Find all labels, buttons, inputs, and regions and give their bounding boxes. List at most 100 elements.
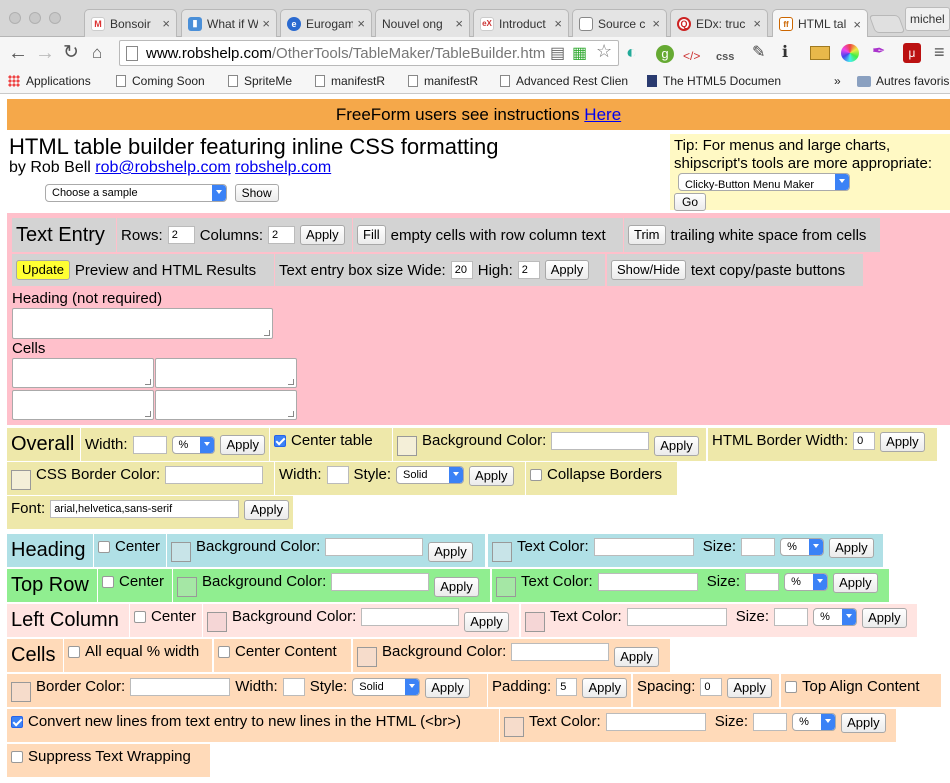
collapse-borders-checkbox[interactable] [530, 469, 542, 481]
go-button[interactable]: Go [674, 193, 707, 212]
top-row-size-input[interactable] [745, 573, 780, 591]
tab-nouvel-ong[interactable]: Nouvel ong × [375, 9, 470, 37]
show-button[interactable]: Show [234, 184, 279, 202]
tab-edx-truc[interactable]: Q EDx: truc × [670, 9, 768, 37]
heading-size-unit-select[interactable]: % [780, 538, 825, 556]
zoom-window-icon[interactable] [49, 12, 61, 24]
css-border-swatch[interactable] [11, 470, 31, 490]
sample-select[interactable]: Choose a sample [45, 184, 227, 202]
heading-center-checkbox[interactable] [98, 541, 110, 553]
apply-overall-width-button[interactable]: Apply [220, 434, 265, 455]
close-tab-icon[interactable]: × [162, 16, 170, 31]
bookmark-advanced-rest[interactable]: Advanced Rest Clien [500, 74, 646, 88]
back-arrow-icon[interactable]: ← [8, 43, 28, 63]
apply-left-column-text-button[interactable]: Apply [862, 608, 907, 628]
left-column-center-checkbox[interactable] [134, 611, 146, 623]
tip-tool-select[interactable]: Clicky-Button Menu Maker [678, 173, 850, 192]
overall-bg-swatch[interactable] [397, 436, 417, 456]
center-content-checkbox[interactable] [218, 646, 230, 658]
bookmark-coming-soon[interactable]: Coming Soon [116, 74, 205, 88]
cell-textarea-r1c1[interactable] [12, 358, 154, 388]
extension-css-icon[interactable]: css [716, 47, 734, 67]
suppress-wrap-checkbox[interactable] [11, 751, 23, 763]
apply-top-row-text-button[interactable]: Apply [833, 573, 878, 593]
wide-input[interactable]: 20 [450, 261, 473, 279]
close-tab-icon[interactable]: × [554, 16, 562, 31]
heading-bg-swatch[interactable] [171, 542, 191, 562]
apply-cells-bg-button[interactable]: Apply [614, 647, 659, 667]
tab-bonsoir[interactable]: M Bonsoir × [84, 9, 177, 37]
address-bar[interactable]: www.robshelp.com/OtherTools/TableMaker/T… [119, 40, 619, 66]
apply-overall-bg-button[interactable]: Apply [654, 436, 699, 456]
showhide-button[interactable]: Show/Hide [611, 260, 686, 280]
tab-eurogam[interactable]: e Eurogam × [280, 9, 372, 37]
apply-box-size-button[interactable]: Apply [544, 260, 590, 280]
high-input[interactable]: 2 [517, 261, 540, 279]
overall-width-unit-select[interactable]: % [171, 435, 216, 454]
close-window-icon[interactable] [9, 12, 21, 24]
center-table-checkbox[interactable] [274, 435, 286, 447]
fill-button[interactable]: Fill [357, 225, 386, 245]
apply-css-border-button[interactable]: Apply [469, 466, 514, 486]
heading-textarea[interactable] [12, 308, 273, 339]
cell-textarea-r2c1[interactable] [12, 390, 154, 420]
spacing-input[interactable]: 0 [700, 678, 723, 696]
cells-border-style-select[interactable]: Solid [352, 678, 421, 696]
overall-bg-input[interactable] [551, 432, 650, 450]
apply-padding-button[interactable]: Apply [582, 678, 627, 698]
profile-button[interactable]: michel [905, 7, 950, 31]
site-link[interactable]: robshelp.com [235, 159, 331, 176]
newlines-checkbox[interactable] [11, 716, 23, 728]
cells-text-color-swatch[interactable] [504, 717, 524, 737]
tab-introduct[interactable]: eX Introduct × [473, 9, 569, 37]
instructions-link[interactable]: Here [584, 105, 621, 124]
apply-heading-bg-button[interactable]: Apply [428, 542, 473, 562]
extension-code-icon[interactable]: </> [683, 46, 700, 66]
html-border-input[interactable]: 0 [853, 432, 876, 450]
heading-bg-input[interactable] [325, 538, 424, 556]
minimize-window-icon[interactable] [29, 12, 41, 24]
close-tab-icon[interactable]: × [753, 16, 761, 31]
top-row-text-color-swatch[interactable] [496, 577, 516, 597]
bookmark-spriteme[interactable]: SpriteMe [228, 74, 292, 88]
menu-icon[interactable]: ≡ [934, 42, 945, 62]
tab-what-if[interactable]: ▮ What if W × [181, 9, 277, 37]
top-row-center-checkbox[interactable] [102, 576, 114, 588]
bookmark-manifestr-1[interactable]: manifestR [315, 74, 385, 88]
extension-ublock-icon[interactable]: μ [903, 43, 921, 63]
top-row-size-unit-select[interactable]: % [784, 573, 829, 591]
tab-html-table[interactable]: ff HTML tal × [772, 9, 868, 38]
cell-textarea-r2c2[interactable] [155, 390, 297, 420]
cells-text-color-input[interactable] [605, 713, 706, 731]
close-tab-icon[interactable]: × [262, 16, 270, 31]
cells-bg-swatch[interactable] [357, 647, 377, 667]
extension-evernote-icon[interactable]: g [656, 45, 674, 63]
overall-width-input[interactable] [132, 435, 167, 454]
reader-icon[interactable]: ▤ [550, 43, 565, 63]
left-column-text-color-input[interactable] [626, 608, 727, 626]
left-column-size-unit-select[interactable]: % [813, 608, 858, 626]
bookmark-applications[interactable]: Applications [8, 74, 91, 88]
padding-input[interactable]: 5 [556, 678, 578, 696]
star-icon[interactable]: ☆ [596, 41, 612, 62]
close-tab-icon[interactable]: × [455, 16, 463, 31]
columns-input[interactable]: 2 [268, 226, 296, 244]
top-row-bg-input[interactable] [331, 573, 430, 591]
email-link[interactable]: rob@robshelp.com [95, 159, 230, 176]
apply-font-button[interactable]: Apply [244, 500, 289, 520]
close-tab-icon[interactable]: × [853, 17, 861, 32]
cells-size-input[interactable] [753, 713, 788, 731]
cells-border-width-input[interactable] [282, 678, 305, 696]
extension-feather-icon[interactable]: ✒ [872, 42, 885, 62]
bookmark-html5-doc[interactable]: The HTML5 Documen [647, 74, 788, 88]
cells-border-swatch[interactable] [11, 682, 31, 702]
cell-textarea-r1c2[interactable] [155, 358, 297, 388]
top-align-checkbox[interactable] [785, 681, 797, 693]
left-column-text-color-swatch[interactable] [525, 612, 545, 632]
css-border-style-select[interactable]: Solid [396, 466, 465, 484]
cells-bg-input[interactable] [511, 643, 610, 661]
bookmarks-overflow-button[interactable]: » [834, 74, 841, 88]
apply-cells-border-button[interactable]: Apply [425, 678, 470, 698]
extension-colorwheel-icon[interactable] [841, 44, 859, 62]
home-icon[interactable]: ⌂ [92, 43, 102, 63]
